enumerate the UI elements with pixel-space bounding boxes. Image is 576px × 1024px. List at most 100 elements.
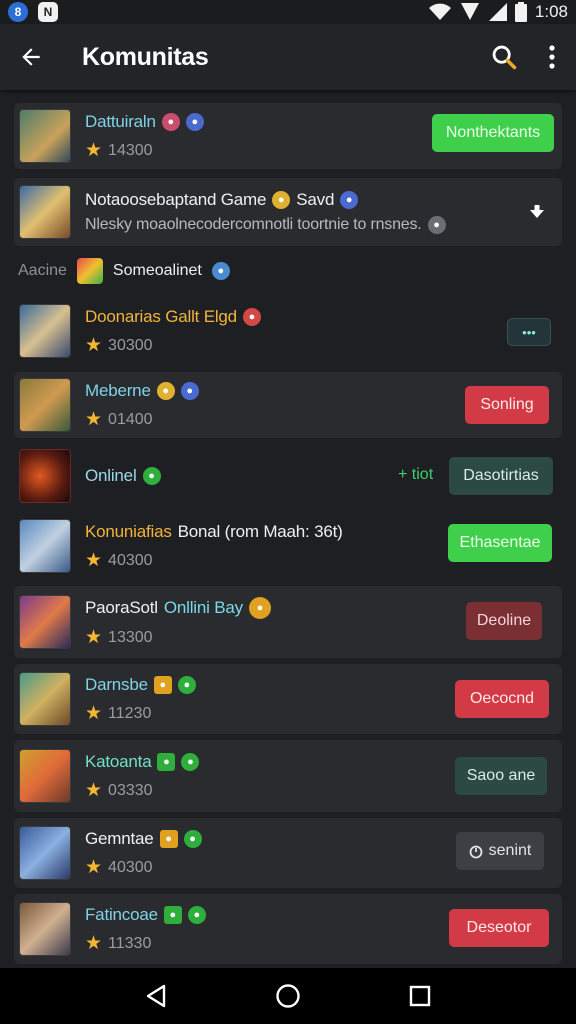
crown-icon: ● [157, 753, 176, 771]
game-thumbnail [19, 595, 71, 649]
nav-back-button[interactable] [126, 968, 186, 1024]
section-label: Aacine [18, 262, 67, 279]
list-item[interactable]: Katoanta ● ● ★ 03330 Saoo ane [14, 740, 562, 812]
list-item[interactable]: PaoraSotl Onllini Bay ● ★ 13300 Deoline [14, 586, 562, 658]
action-button[interactable]: Oecocnd [455, 680, 549, 718]
action-button[interactable]: Deseotor [449, 909, 549, 947]
more-vert-icon [549, 45, 555, 69]
home-circle-icon [276, 984, 300, 1008]
game-thumbnail [19, 185, 71, 239]
smile-emoji-icon: ● [248, 597, 271, 619]
item-name: Dattuiraln [85, 112, 156, 131]
rating: 40300 [108, 551, 153, 569]
game-thumbnail [19, 519, 71, 573]
action-button[interactable]: senint [456, 832, 544, 870]
rating: 03330 [108, 781, 153, 799]
globe-emoji-icon: ● [185, 113, 204, 131]
item-name-suffix: Savd [296, 190, 335, 209]
star-icon: ★ [85, 335, 103, 356]
item-name: Konuniafias [85, 522, 172, 541]
smile-emoji-icon: ● [272, 191, 291, 209]
game-thumbnail [19, 672, 71, 726]
navigation-bar [0, 968, 576, 1024]
nav-recents-button[interactable] [390, 968, 450, 1024]
chevron-down-icon [530, 205, 544, 218]
join-button[interactable]: Ethasentae [448, 524, 552, 562]
back-button[interactable] [0, 26, 62, 88]
section-text: Someoalinet [112, 262, 202, 279]
timer-icon [469, 845, 483, 859]
cell-signal-icon [488, 3, 507, 21]
list-item[interactable]: Fatincoae ● ● ★ 11330 Deseotor [14, 894, 562, 964]
clock: 1:08 [534, 2, 568, 21]
list-item[interactable]: Onlinel ● + tiot Dasotirtias [14, 444, 562, 508]
action-button[interactable]: Saoo ane [455, 757, 547, 795]
star-icon: ★ [85, 857, 103, 878]
game-thumbnail [19, 304, 71, 358]
list-item[interactable]: Doonarias Gallt Elgd ● ★ 30300 ••• [14, 296, 562, 366]
angry-emoji-icon: ● [242, 308, 261, 326]
list-item[interactable]: Gemntae ● ● ★ 40300 senint [14, 818, 562, 888]
action-button[interactable]: Dasotirtias [449, 457, 553, 495]
face-emoji-icon: ● [427, 216, 446, 234]
item-name: Doonarias Gallt Elgd [85, 307, 237, 326]
follow-count[interactable]: + tiot [398, 466, 433, 484]
rating: 40300 [108, 858, 153, 876]
search-button[interactable] [480, 29, 528, 85]
item-subtitle: Nlesky moaolnecodercomnotli toortnie to … [85, 216, 422, 233]
item-name: Gemntae [85, 829, 154, 848]
more-options-button[interactable]: ••• [507, 318, 551, 346]
join-button[interactable]: Nonthektants [432, 114, 554, 152]
check-badge-icon: ● [183, 830, 202, 848]
rating: 13300 [108, 628, 153, 646]
game-thumbnail [19, 449, 71, 503]
check-badge-icon: ● [187, 906, 206, 924]
star-icon: ★ [85, 780, 103, 801]
game-thumbnail [19, 902, 71, 956]
expand-button[interactable] [519, 193, 555, 231]
star-icon: ★ [85, 140, 103, 161]
recents-square-icon [409, 985, 431, 1007]
check-badge-icon: ● [177, 676, 196, 694]
notification-app-icon: 8 [8, 2, 28, 22]
rating: 11230 [108, 704, 152, 722]
action-button[interactable]: Sonling [465, 386, 549, 424]
back-triangle-icon [146, 984, 166, 1008]
list-item[interactable]: Dattuiraln ● ● ★ 14300 Nonthektants [14, 103, 562, 169]
nav-home-button[interactable] [258, 968, 318, 1024]
overflow-menu-button[interactable] [528, 29, 576, 85]
rating: 30300 [108, 336, 153, 354]
item-name-rest: Bonal (rom Maah: 36t) [177, 522, 343, 541]
game-thumbnail [19, 378, 71, 432]
heart-emoji-icon: ● [161, 113, 180, 131]
list-item[interactable]: Konuniafias Bonal (rom Maah: 36t) ★ 4030… [14, 512, 562, 580]
wifi-icon [428, 3, 451, 20]
star-icon: ★ [85, 627, 103, 648]
list-item[interactable]: Notaoosebaptand Game ● Savd ● Nlesky moa… [14, 178, 562, 246]
item-name: Notaoosebaptand Game [85, 190, 267, 209]
rating: 01400 [108, 410, 153, 428]
globe-emoji-icon: ● [211, 262, 230, 280]
list-item[interactable]: Darnsbe ● ● ★ 11230 Oecocnd [14, 664, 562, 734]
section-header: Aacine Someoalinet ● [18, 258, 230, 284]
star-icon: ★ [85, 409, 103, 430]
action-button-label: senint [488, 842, 532, 859]
item-name: Katoanta [85, 752, 152, 771]
decline-button[interactable]: Deoline [466, 602, 542, 640]
crown-icon: ● [159, 830, 178, 848]
section-avatar [76, 258, 103, 284]
game-thumbnail [19, 749, 71, 803]
star-icon: ★ [85, 703, 103, 724]
globe-emoji-icon: ● [340, 191, 359, 209]
item-name: Fatincoae [85, 905, 158, 924]
list-item[interactable]: Meberne ● ● ★ 01400 Sonling [14, 372, 562, 438]
notification-app-icon: N [38, 2, 58, 22]
smile-emoji-icon: ● [156, 382, 175, 400]
item-name-rest: Onllini Bay [163, 598, 243, 617]
arrow-back-icon [22, 48, 40, 66]
item-name: Onlinel [85, 466, 137, 485]
star-icon: ★ [85, 933, 103, 954]
crown-icon: ● [163, 906, 182, 924]
battery-icon [514, 2, 527, 22]
star-icon: ★ [85, 550, 103, 571]
